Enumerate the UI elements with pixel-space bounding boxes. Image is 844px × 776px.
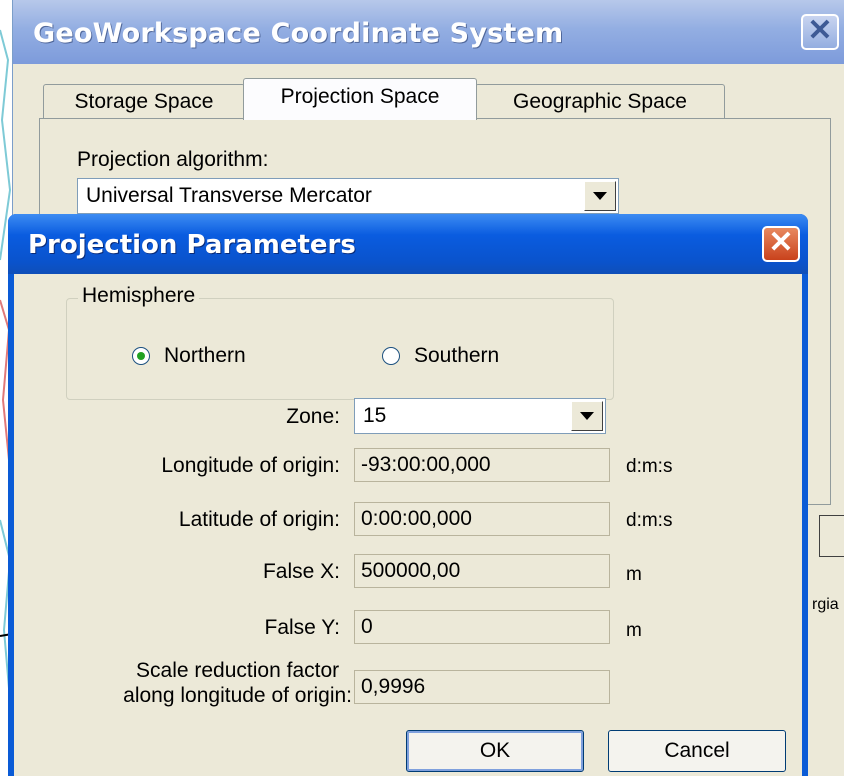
radio-southern[interactable]: Southern (382, 344, 499, 368)
scale-factor-field: 0,9996 (354, 670, 610, 704)
chevron-down-icon[interactable] (584, 181, 616, 211)
scale-factor-label: Scale reduction factor along longitude o… (123, 658, 352, 708)
ok-button[interactable]: OK (406, 730, 584, 772)
latitude-origin-label: Latitude of origin: (178, 508, 340, 531)
inner-title-bar: Projection Parameters ✕ (8, 214, 808, 274)
projection-parameters-dialog: Projection Parameters ✕ Hemisphere North… (8, 214, 808, 776)
false-y-field: 0 (354, 610, 610, 644)
tab-label: Projection Space (280, 85, 440, 108)
false-y-label: False Y: (264, 616, 341, 639)
chevron-down-icon[interactable] (571, 401, 603, 431)
longitude-origin-label: Longitude of origin: (161, 454, 340, 477)
radio-northern[interactable]: Northern (132, 344, 246, 368)
projection-dialog-title: Projection Parameters (28, 230, 356, 260)
radio-selected-icon (132, 347, 150, 365)
radio-southern-label: Southern (414, 344, 500, 367)
outer-title-bar: GeoWorkspace Coordinate System ✕ (13, 0, 844, 64)
projection-algorithm-label: Projection algorithm: (77, 148, 269, 171)
radio-northern-label: Northern (164, 344, 246, 367)
latitude-unit: d:m:s (626, 510, 673, 531)
close-icon[interactable]: ✕ (801, 14, 839, 50)
latitude-origin-field: 0:00:00,000 (354, 502, 610, 536)
tab-label: Geographic Space (513, 90, 687, 113)
outer-dialog-button-partial[interactable] (819, 515, 844, 557)
close-icon[interactable]: ✕ (762, 226, 800, 262)
tab-geographic-space[interactable]: Geographic Space (475, 84, 725, 118)
longitude-origin-field: -93:00:00,000 (354, 448, 610, 482)
false-y-unit: m (626, 620, 642, 641)
tab-label: Storage Space (74, 90, 214, 113)
zone-label: Zone: (286, 405, 340, 428)
longitude-unit: d:m:s (626, 456, 673, 477)
map-label: rgia (812, 596, 839, 613)
false-x-field: 500000,00 (354, 554, 610, 588)
zone-select[interactable]: 15 (354, 398, 606, 434)
false-x-label: False X: (262, 560, 340, 583)
tab-storage-space[interactable]: Storage Space (43, 84, 245, 118)
hemisphere-legend: Hemisphere (78, 284, 200, 308)
radio-empty-icon (382, 347, 400, 365)
false-x-unit: m (626, 564, 642, 585)
cancel-button[interactable]: Cancel (608, 730, 786, 772)
projection-dialog-body: Hemisphere Northern Southern Zone: 15 Lo… (14, 274, 802, 776)
projection-algorithm-select[interactable]: Universal Transverse Mercator (77, 178, 619, 214)
projection-algorithm-value: Universal Transverse Mercator (86, 184, 372, 207)
scale-factor-label-line1: Scale reduction factor (136, 659, 340, 682)
tab-projection-space[interactable]: Projection Space (243, 78, 477, 120)
outer-dialog-title: GeoWorkspace Coordinate System (33, 18, 564, 49)
scale-factor-label-line2: along longitude of origin: (123, 684, 352, 707)
zone-value: 15 (363, 404, 387, 427)
